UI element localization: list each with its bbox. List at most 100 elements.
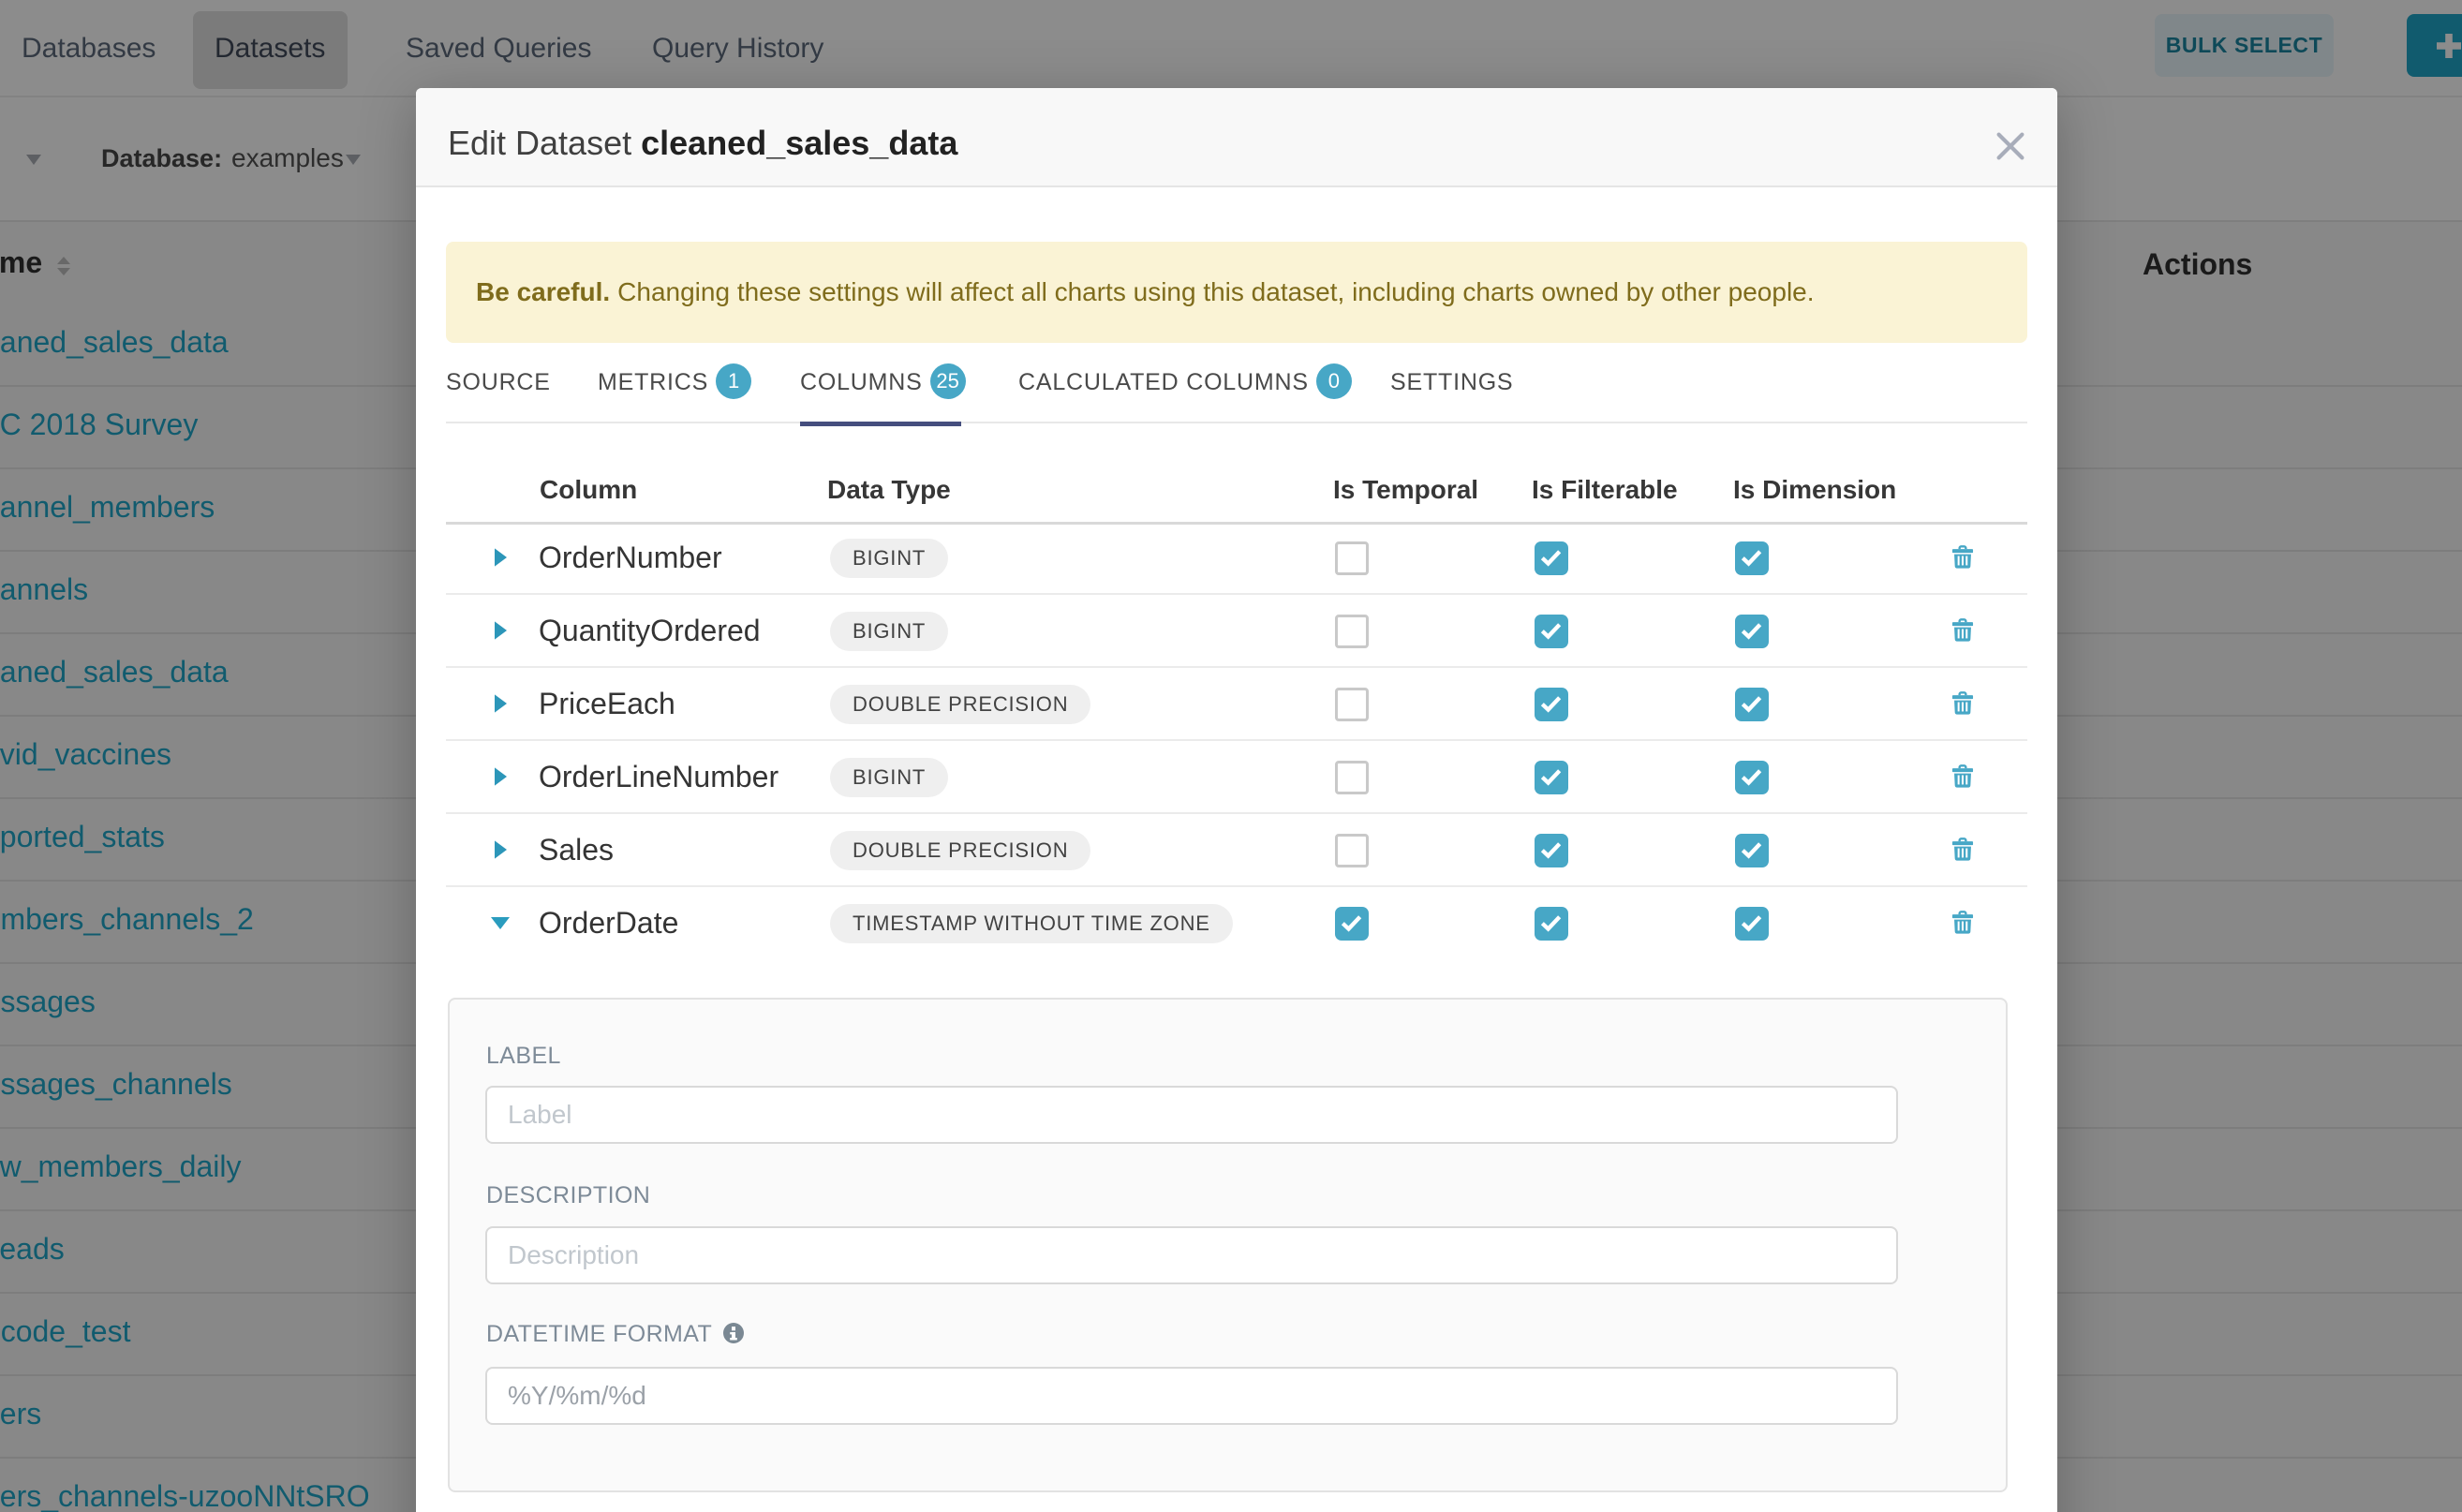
check-icon bbox=[1741, 622, 1762, 640]
is-dimension-checkbox[interactable] bbox=[1735, 541, 1769, 575]
col-header-is-dimension: Is Dimension bbox=[1733, 456, 1896, 524]
datetime-format-field-label: DATETIME FORMAT bbox=[486, 1321, 712, 1348]
tab-label: CALCULATED COLUMNS bbox=[1018, 369, 1309, 395]
dataset-name: cleaned_sales_data bbox=[641, 124, 957, 162]
modal-title-prefix: Edit Dataset bbox=[448, 124, 631, 162]
is-dimension-checkbox[interactable] bbox=[1735, 834, 1769, 867]
is-temporal-checkbox[interactable] bbox=[1335, 615, 1369, 648]
check-icon bbox=[1741, 841, 1762, 859]
expand-caret-icon[interactable] bbox=[489, 595, 512, 666]
delete-column-button[interactable] bbox=[1951, 689, 1974, 716]
columns-table: Column Data Type Is Temporal Is Filterab… bbox=[446, 423, 2027, 998]
column-row: OrderLineNumber BIGINT bbox=[446, 741, 2027, 814]
label-input[interactable] bbox=[485, 1086, 1898, 1144]
col-header-is-filterable: Is Filterable bbox=[1532, 456, 1678, 524]
expand-caret-icon[interactable] bbox=[489, 522, 512, 593]
delete-column-button[interactable] bbox=[1951, 836, 1974, 862]
tab-metrics[interactable]: METRICS1 bbox=[598, 343, 751, 422]
close-icon bbox=[1995, 131, 2025, 161]
expand-caret-icon[interactable] bbox=[489, 814, 512, 885]
is-dimension-checkbox[interactable] bbox=[1735, 688, 1769, 721]
is-temporal-checkbox[interactable] bbox=[1335, 761, 1369, 794]
data-type-pill: BIGINT bbox=[830, 758, 948, 797]
edit-dataset-modal: Edit Dataset cleaned_sales_data Be caref… bbox=[416, 88, 2057, 1512]
caret-down-icon bbox=[489, 887, 512, 958]
check-icon bbox=[1741, 695, 1762, 713]
is-temporal-checkbox[interactable] bbox=[1335, 688, 1369, 721]
tab-columns[interactable]: COLUMNS25 bbox=[800, 343, 966, 422]
column-detail-panel: LABEL DESCRIPTION DATETIME FORMAT bbox=[448, 998, 2008, 1492]
is-filterable-checkbox[interactable] bbox=[1535, 688, 1568, 721]
modal-tabs: SOURCE METRICS1 COLUMNS25 CALCULATED COL… bbox=[446, 343, 2027, 423]
collapse-caret-icon[interactable] bbox=[489, 887, 512, 958]
column-row-expanded: OrderDate TIMESTAMP WITHOUT TIME ZONE bbox=[446, 887, 2027, 960]
modal-body: Be careful.Changing these settings will … bbox=[416, 187, 2057, 998]
data-type-pill: DOUBLE PRECISION bbox=[830, 685, 1090, 724]
is-filterable-checkbox[interactable] bbox=[1535, 615, 1568, 648]
column-row: Sales DOUBLE PRECISION bbox=[446, 814, 2027, 887]
delete-column-button[interactable] bbox=[1951, 616, 1974, 643]
col-header-is-temporal: Is Temporal bbox=[1333, 456, 1478, 524]
tab-calculated-columns[interactable]: CALCULATED COLUMNS0 bbox=[1018, 343, 1352, 422]
warning-alert-text: Changing these settings will affect all … bbox=[617, 277, 1814, 306]
trash-icon bbox=[1951, 689, 1974, 716]
trash-icon bbox=[1951, 616, 1974, 643]
columns-count-badge: 25 bbox=[930, 363, 966, 399]
trash-icon bbox=[1951, 909, 1974, 935]
is-filterable-checkbox[interactable] bbox=[1535, 907, 1568, 941]
is-filterable-checkbox[interactable] bbox=[1535, 761, 1568, 794]
check-icon bbox=[1540, 622, 1562, 640]
caret-right-icon bbox=[489, 595, 512, 666]
is-filterable-checkbox[interactable] bbox=[1535, 541, 1568, 575]
is-filterable-checkbox[interactable] bbox=[1535, 834, 1568, 867]
data-type-pill: TIMESTAMP WITHOUT TIME ZONE bbox=[830, 904, 1233, 943]
check-icon bbox=[1540, 549, 1562, 567]
expand-caret-icon[interactable] bbox=[489, 668, 512, 739]
is-dimension-checkbox[interactable] bbox=[1735, 907, 1769, 941]
trash-icon bbox=[1951, 543, 1974, 570]
is-temporal-checkbox[interactable] bbox=[1335, 907, 1369, 941]
check-icon bbox=[1540, 695, 1562, 713]
datetime-format-input[interactable] bbox=[485, 1367, 1898, 1425]
delete-column-button[interactable] bbox=[1951, 763, 1974, 789]
is-dimension-checkbox[interactable] bbox=[1735, 615, 1769, 648]
warning-alert-bold: Be careful. bbox=[476, 277, 610, 306]
expand-caret-icon[interactable] bbox=[489, 741, 512, 812]
is-temporal-checkbox[interactable] bbox=[1335, 541, 1369, 575]
check-icon bbox=[1741, 768, 1762, 786]
info-icon[interactable] bbox=[723, 1323, 744, 1343]
check-icon bbox=[1741, 914, 1762, 932]
caret-right-icon bbox=[489, 522, 512, 593]
metrics-count-badge: 1 bbox=[716, 363, 751, 399]
column-row: OrderNumber BIGINT bbox=[446, 522, 2027, 595]
col-header-column: Column bbox=[540, 456, 637, 524]
col-header-data-type: Data Type bbox=[827, 456, 951, 524]
column-name: OrderDate bbox=[539, 887, 678, 958]
data-type-pill: DOUBLE PRECISION bbox=[830, 831, 1090, 870]
delete-column-button[interactable] bbox=[1951, 543, 1974, 570]
trash-icon bbox=[1951, 763, 1974, 789]
close-button[interactable] bbox=[1986, 122, 2035, 170]
is-temporal-checkbox[interactable] bbox=[1335, 834, 1369, 867]
column-name: QuantityOrdered bbox=[539, 595, 761, 666]
column-name: OrderLineNumber bbox=[539, 741, 779, 812]
column-name: PriceEach bbox=[539, 668, 675, 739]
modal-title: Edit Dataset cleaned_sales_data bbox=[448, 124, 957, 163]
column-row: PriceEach DOUBLE PRECISION bbox=[446, 668, 2027, 741]
check-icon bbox=[1540, 841, 1562, 859]
tab-source[interactable]: SOURCE bbox=[446, 343, 551, 422]
trash-icon bbox=[1951, 836, 1974, 862]
caret-right-icon bbox=[489, 668, 512, 739]
description-input[interactable] bbox=[485, 1226, 1898, 1284]
column-name: Sales bbox=[539, 814, 614, 885]
check-icon bbox=[1341, 914, 1362, 932]
tab-settings[interactable]: SETTINGS bbox=[1390, 343, 1513, 422]
delete-column-button[interactable] bbox=[1951, 909, 1974, 935]
check-icon bbox=[1741, 549, 1762, 567]
column-name: OrderNumber bbox=[539, 522, 722, 593]
modal-header: Edit Dataset cleaned_sales_data bbox=[416, 88, 2057, 187]
label-field-label: LABEL bbox=[486, 1043, 561, 1070]
is-dimension-checkbox[interactable] bbox=[1735, 761, 1769, 794]
check-icon bbox=[1540, 768, 1562, 786]
description-field-label: DESCRIPTION bbox=[486, 1182, 650, 1209]
